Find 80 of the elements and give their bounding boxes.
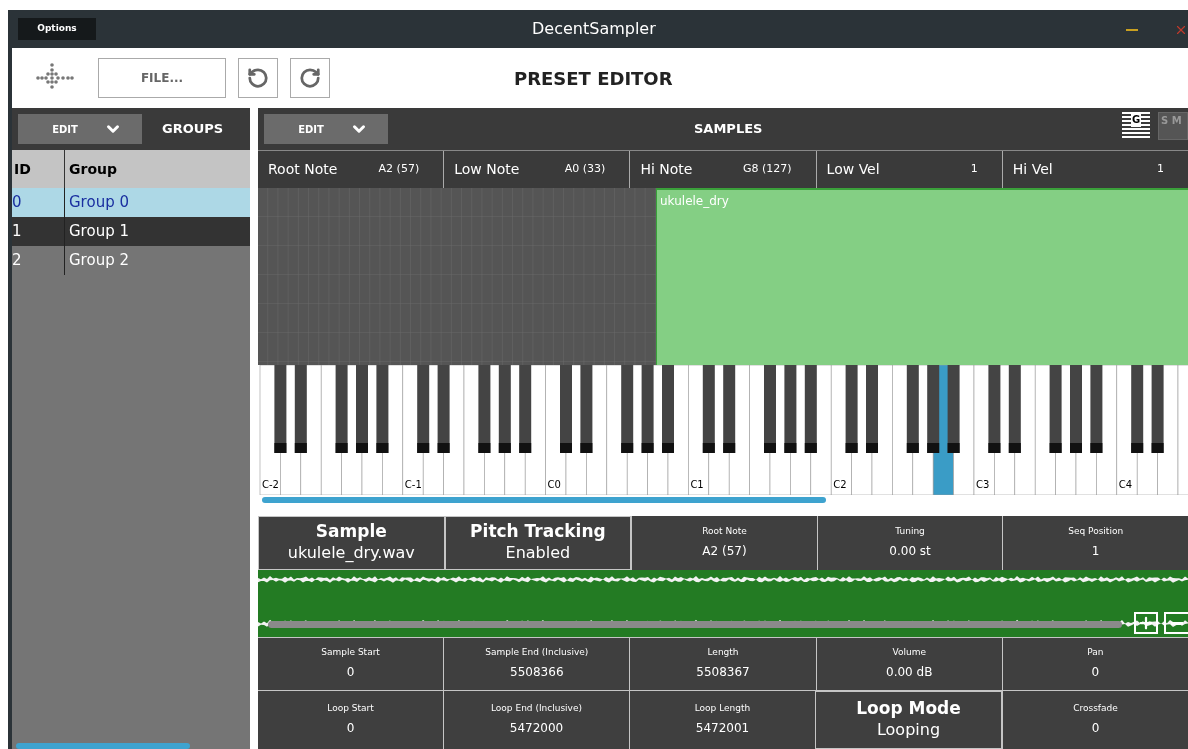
edit-dropdown[interactable]: EDIT — [264, 114, 388, 144]
group-id: 2 — [12, 250, 23, 272]
field-cell[interactable]: Loop Mode Looping — [815, 691, 1002, 749]
param-label: Low Note — [454, 160, 520, 179]
field-value: 0 — [1091, 664, 1100, 681]
field-label: Sample End (Inclusive) — [485, 646, 589, 658]
file-button[interactable]: FILE... — [98, 58, 226, 98]
redo-icon — [299, 67, 321, 89]
field-value: 5508367 — [696, 664, 750, 681]
plus-icon — [1137, 614, 1155, 632]
edit-dropdown[interactable]: EDIT — [18, 114, 142, 144]
field-label: Length — [707, 646, 739, 658]
field-value: ukulele_dry.wav — [287, 542, 415, 564]
field-label: Sample — [315, 521, 387, 541]
field-label: Volume — [892, 646, 926, 658]
scrollbar[interactable] — [262, 497, 826, 503]
field-value: 0 — [346, 720, 355, 737]
field-label: Loop Start — [327, 702, 374, 714]
param-label: Low Vel — [826, 160, 880, 179]
field-value: 1 — [1091, 543, 1100, 560]
piano-keyboard-drawing[interactable] — [258, 365, 1188, 495]
field-value: 0.00 st — [889, 543, 931, 560]
param-value: 1 — [1157, 161, 1165, 178]
field-label: Pan — [1087, 646, 1104, 658]
field-label: Crossfade — [1073, 702, 1118, 714]
param-field[interactable]: Root Note A2 (57) — [258, 151, 444, 188]
field-label: Loop End (Inclusive) — [491, 702, 582, 714]
scrollbar[interactable] — [268, 621, 1122, 628]
field-value: Enabled — [505, 542, 571, 564]
field-label: Root Note — [702, 525, 747, 537]
field-value: 0.00 dB — [886, 664, 933, 681]
param-value: A2 (57) — [378, 161, 421, 178]
field-label: Seq Position — [1068, 525, 1124, 537]
window-title: DecentSampler — [532, 18, 656, 40]
field-label: Loop Mode — [856, 698, 961, 718]
param-value: 1 — [970, 161, 979, 178]
field-value: 0 — [1091, 720, 1100, 737]
editor-title: PRESET EDITOR — [514, 66, 673, 91]
field-value: 5472000 — [509, 720, 564, 737]
param-value: G8 (127) — [743, 161, 793, 178]
group-name: Group 2 — [64, 246, 129, 275]
group-id: 0 — [12, 192, 23, 214]
field-value: A2 (57) — [702, 543, 747, 560]
undo-button[interactable] — [238, 58, 278, 98]
param-label: Hi Vel — [1012, 160, 1053, 179]
zone-label: ukulele_dry — [660, 193, 729, 210]
octave-label: C-1 — [404, 479, 422, 491]
group-id: 1 — [12, 221, 23, 243]
field-label: Tuning — [895, 525, 925, 537]
field-label: Sample Start — [321, 646, 380, 658]
field-label: Pitch Tracking — [470, 521, 606, 541]
group-row[interactable]: 1 Group 1 — [12, 217, 250, 246]
zoom-in-button[interactable] — [1134, 612, 1158, 634]
panel-title: GROUPS — [162, 120, 224, 139]
octave-label: C4 — [1118, 479, 1133, 491]
minus-icon — [1171, 621, 1183, 625]
scrollbar[interactable] — [16, 743, 190, 749]
param-label: Hi Note — [640, 160, 693, 179]
undo-icon — [247, 67, 269, 89]
param-label: Root Note — [268, 160, 338, 179]
param-value: A0 (33) — [564, 161, 607, 178]
field-value: 5508366 — [510, 664, 564, 681]
field-value: Looping — [876, 719, 941, 741]
octave-label: C0 — [547, 479, 561, 491]
field-cell[interactable]: Sample ukulele_dry.wav — [258, 516, 445, 570]
field-value: 0 — [346, 664, 355, 681]
field-label: Loop Length — [694, 702, 751, 714]
field-value: 5472001 — [695, 720, 750, 737]
octave-label: C2 — [833, 479, 847, 491]
column-header: ID — [13, 159, 32, 179]
octave-label: C1 — [690, 479, 704, 491]
group-row[interactable]: 0 Group 0 — [12, 188, 250, 217]
view-toggle[interactable]: G — [1122, 112, 1150, 140]
octave-label: C3 — [976, 479, 990, 491]
redo-button[interactable] — [290, 58, 330, 98]
zoom-out-button[interactable] — [1164, 612, 1188, 634]
options-button[interactable]: Options — [18, 18, 96, 40]
panel-title: SAMPLES — [694, 120, 763, 139]
field-cell[interactable]: Pitch Tracking Enabled — [444, 516, 632, 570]
octave-label: C-2 — [262, 479, 279, 491]
